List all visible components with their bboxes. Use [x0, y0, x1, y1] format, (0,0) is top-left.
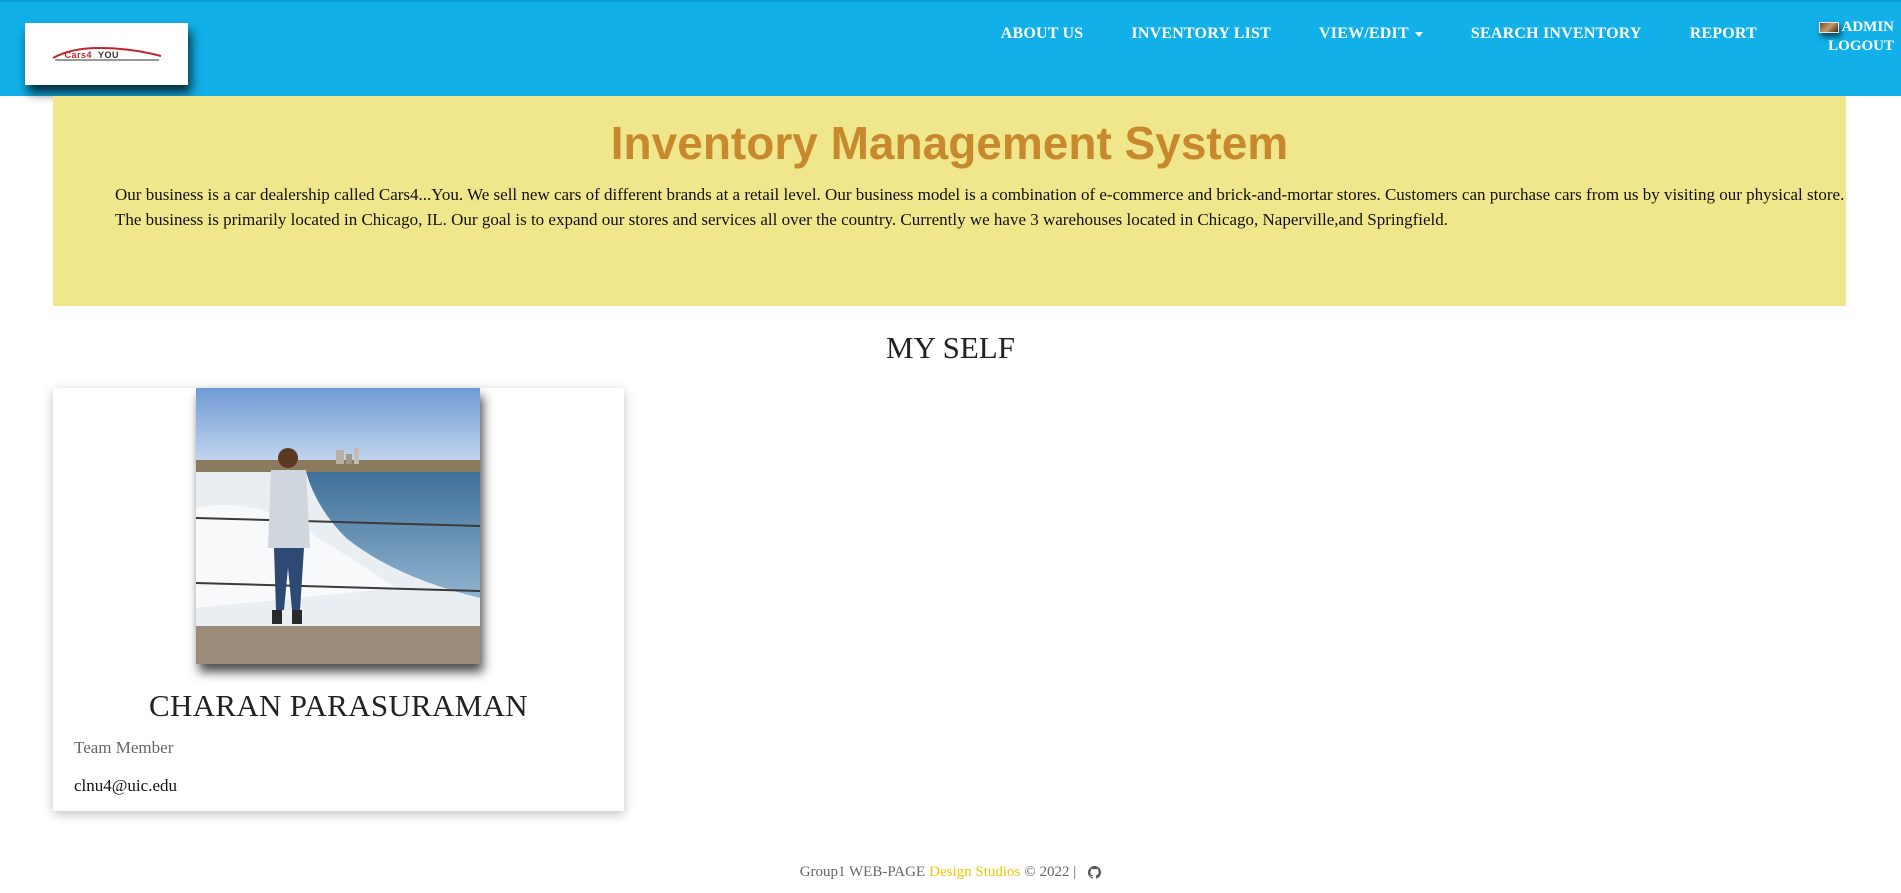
nav-search-inventory[interactable]: SEARCH INVENTORY: [1447, 25, 1666, 43]
nav-view-edit-dropdown[interactable]: VIEW/EDIT: [1295, 25, 1447, 43]
member-card: CHARAN PARASURAMAN Team Member clnu4@uic…: [53, 388, 624, 811]
nav-about-us[interactable]: ABOUT US: [977, 25, 1108, 43]
member-name: CHARAN PARASURAMAN: [149, 688, 528, 723]
nav-report[interactable]: REPORT: [1666, 25, 1781, 43]
chevron-down-icon: [1414, 31, 1423, 37]
business-description: Our business is a car dealership called …: [115, 185, 1845, 229]
section-title: MY SELF: [886, 330, 1015, 365]
nav-links: ABOUT US INVENTORY LIST VIEW/EDIT SEARCH…: [977, 25, 1781, 43]
car-logo-icon: Cars4 YOU: [51, 44, 163, 64]
member-role: Team Member: [74, 738, 174, 757]
user-menu: ADMIN LOGOUT: [1804, 19, 1894, 55]
admin-label: ADMIN: [1841, 19, 1895, 35]
logout-link[interactable]: LOGOUT: [1804, 38, 1894, 55]
hero-banner: Inventory Management System Our business…: [53, 96, 1846, 306]
logo-brand-main: Cars4: [64, 50, 93, 60]
avatar: [1818, 22, 1839, 33]
footer-prefix: Group1 WEB-PAGE: [799, 864, 926, 880]
top-navbar: Cars4 YOU ABOUT US INVENTORY LIST VIEW/ED…: [0, 0, 1901, 96]
footer-copyright: © 2022 |: [1024, 864, 1077, 880]
logo[interactable]: Cars4 YOU: [25, 23, 188, 85]
footer: Group1 WEB-PAGE Design Studios © 2022 |: [0, 864, 1901, 881]
nav-view-edit-label: VIEW/EDIT: [1319, 25, 1409, 42]
member-email[interactable]: clnu4@uic.edu: [74, 776, 177, 796]
logo-brand-sub: YOU: [98, 50, 120, 60]
page-title: Inventory Management System: [610, 117, 1289, 169]
member-photo: [196, 388, 480, 664]
nav-inventory-list[interactable]: INVENTORY LIST: [1107, 25, 1295, 43]
footer-studio[interactable]: Design Studios: [929, 864, 1020, 881]
github-icon[interactable]: [1088, 866, 1102, 879]
admin-user[interactable]: ADMIN: [1804, 19, 1894, 36]
